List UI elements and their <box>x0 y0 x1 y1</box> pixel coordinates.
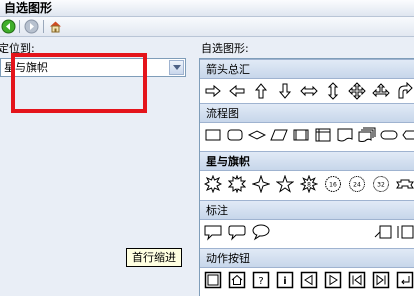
arrows-row <box>200 79 414 103</box>
star16-icon[interactable]: 16 <box>324 175 342 193</box>
rectangular-callout-icon[interactable] <box>204 223 222 241</box>
action-information-icon[interactable]: i <box>276 271 294 289</box>
flowchart-preparation-icon[interactable] <box>402 126 414 144</box>
line-callout2-icon[interactable] <box>396 223 414 241</box>
flowchart-decision-icon[interactable] <box>248 126 266 144</box>
arrow-up-icon[interactable] <box>252 82 270 100</box>
arrow-left-right-icon[interactable] <box>300 82 318 100</box>
ribbon-icon[interactable] <box>396 175 414 193</box>
flowchart-row <box>200 123 414 147</box>
category-header-flowchart[interactable]: 流程图 <box>200 103 414 123</box>
arrow-left-right-up-icon[interactable] <box>372 82 390 100</box>
explosion1-icon[interactable] <box>204 175 222 193</box>
callouts-row <box>200 220 414 244</box>
flowchart-internal-storage-icon[interactable] <box>314 126 332 144</box>
arrow-up-down-icon[interactable] <box>324 82 342 100</box>
arrow-quad-icon[interactable] <box>348 82 366 100</box>
svg-text:i: i <box>283 276 286 287</box>
svg-text:8: 8 <box>307 182 311 189</box>
star8-icon[interactable]: 8 <box>300 175 318 193</box>
star4-icon[interactable] <box>252 175 270 193</box>
chevron-down-icon[interactable] <box>169 60 184 75</box>
back-icon[interactable] <box>1 19 16 34</box>
toolbar-separator <box>43 20 44 33</box>
category-header-arrows[interactable]: 箭头总汇 <box>200 59 414 79</box>
action-return-icon[interactable] <box>396 271 414 289</box>
flowchart-process-icon[interactable] <box>204 126 222 144</box>
action-back-icon[interactable] <box>300 271 318 289</box>
line-callout-icon[interactable] <box>374 223 392 241</box>
svg-text:16: 16 <box>329 182 337 189</box>
star5-icon[interactable] <box>276 175 294 193</box>
arrow-left-icon[interactable] <box>228 82 246 100</box>
action-home-icon[interactable] <box>228 271 246 289</box>
toolbar <box>0 17 414 37</box>
action-buttons-row: ? i <box>200 268 414 292</box>
home-icon[interactable] <box>48 19 63 34</box>
flowchart-data-icon[interactable] <box>270 126 288 144</box>
svg-text:32: 32 <box>377 182 385 189</box>
action-custom-icon[interactable] <box>204 271 222 289</box>
toolbar-separator <box>19 20 20 33</box>
action-end-icon[interactable] <box>372 271 390 289</box>
title-bar: 自选图形 <box>0 0 414 17</box>
flowchart-terminator-icon[interactable] <box>380 126 398 144</box>
flowchart-document-icon[interactable] <box>336 126 354 144</box>
action-forward-icon[interactable] <box>324 271 342 289</box>
svg-text:?: ? <box>258 276 263 287</box>
arrow-curved-icon[interactable] <box>396 82 414 100</box>
rounded-callout-icon[interactable] <box>228 223 246 241</box>
highlight-box <box>11 53 147 113</box>
window-title: 自选图形 <box>4 1 53 15</box>
flowchart-alternate-process-icon[interactable] <box>226 126 244 144</box>
autoshapes-panel: 箭头总汇 流程图 星与旗帜 8 16 24 32 标注 动作按钮 ? i <box>199 58 414 296</box>
stars-row: 8 16 24 32 <box>200 172 414 196</box>
arrow-right-icon[interactable] <box>204 82 222 100</box>
forward-icon[interactable] <box>24 19 39 34</box>
oval-callout-icon[interactable] <box>252 223 270 241</box>
star32-icon[interactable]: 32 <box>372 175 390 193</box>
explosion2-icon[interactable] <box>228 175 246 193</box>
category-header-stars[interactable]: 星与旗帜 <box>200 151 414 171</box>
flowchart-multidocument-icon[interactable] <box>358 126 376 144</box>
svg-text:24: 24 <box>353 182 361 189</box>
category-header-action-buttons[interactable]: 动作按钮 <box>200 248 414 268</box>
star24-icon[interactable]: 24 <box>348 175 366 193</box>
flowchart-predefined-process-icon[interactable] <box>292 126 310 144</box>
action-beginning-icon[interactable] <box>348 271 366 289</box>
tooltip: 首行缩进 <box>126 248 182 267</box>
action-help-icon[interactable]: ? <box>252 271 270 289</box>
arrow-down-icon[interactable] <box>276 82 294 100</box>
category-header-callouts[interactable]: 标注 <box>200 200 414 220</box>
autoshapes-label: 自选图形: <box>201 42 249 55</box>
